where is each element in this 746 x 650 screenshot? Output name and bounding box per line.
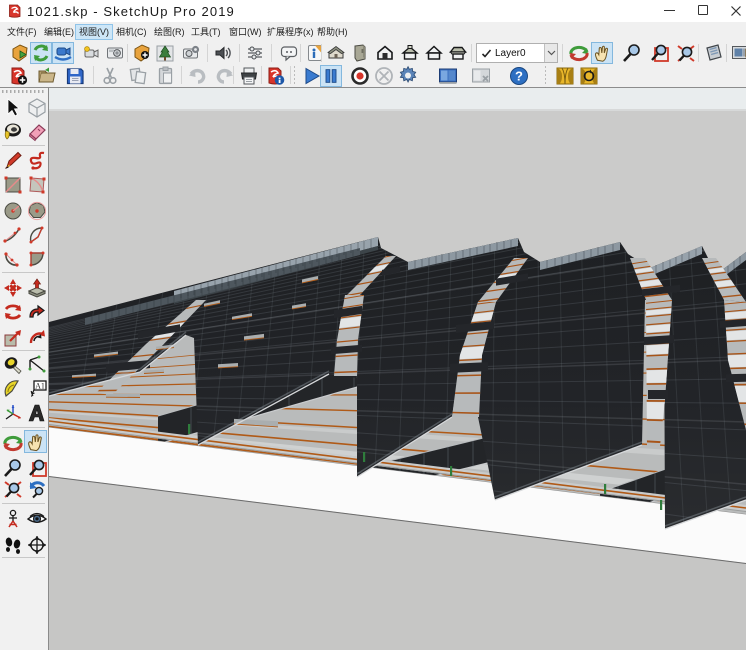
svg-text:A1: A1 bbox=[35, 381, 45, 390]
svg-text:?: ? bbox=[515, 69, 523, 84]
